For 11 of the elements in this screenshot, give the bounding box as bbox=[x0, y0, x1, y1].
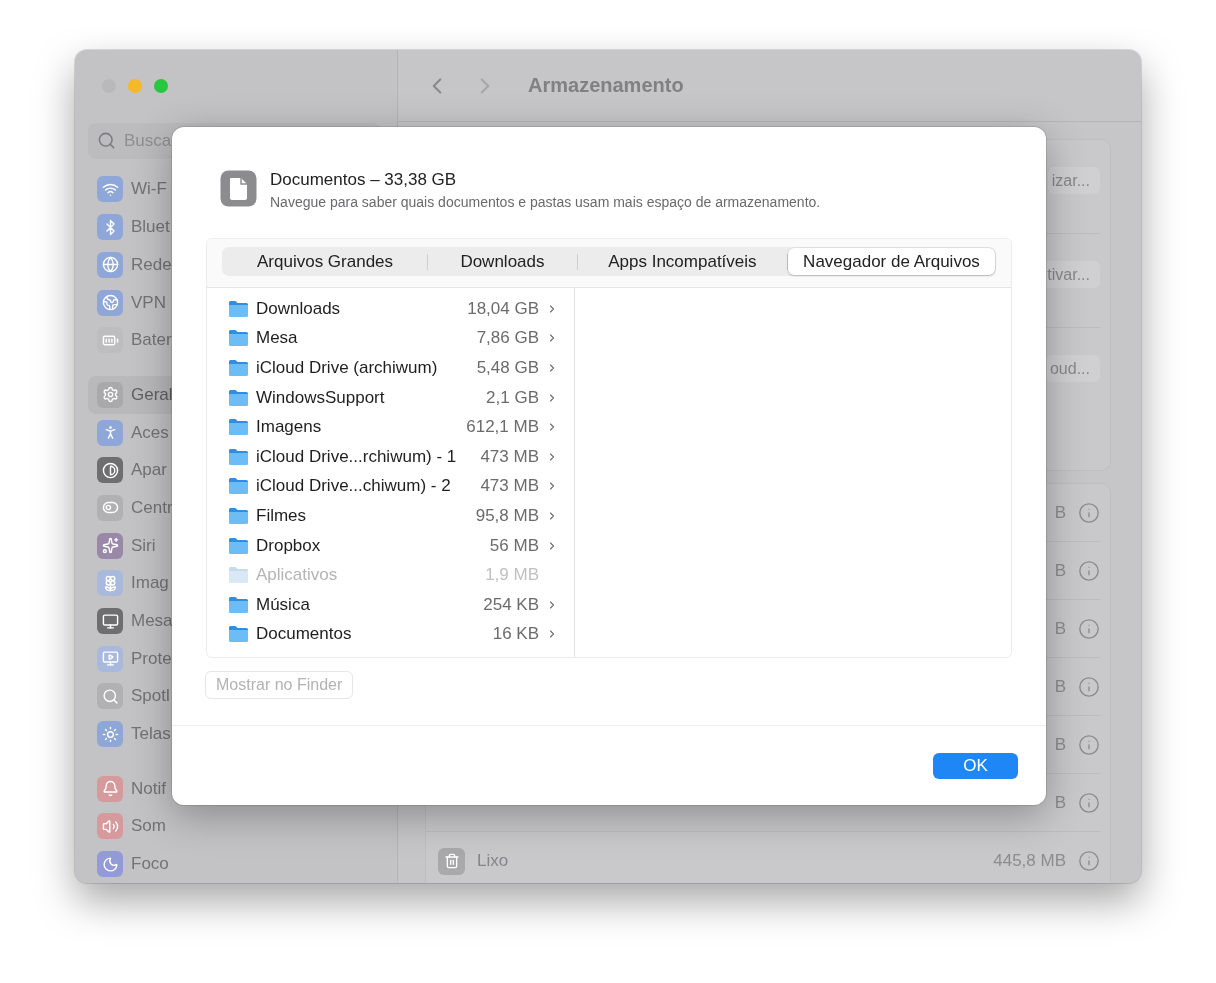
row-size: B bbox=[1054, 502, 1066, 523]
dialog-title: Documentos – 33,38 GB bbox=[270, 170, 458, 190]
row-size: B bbox=[1054, 734, 1066, 755]
row-size: 445,8 MB bbox=[993, 851, 1066, 871]
row-name: Lixo bbox=[477, 851, 509, 871]
row-size: B bbox=[1054, 792, 1066, 813]
row-size: B bbox=[1054, 618, 1066, 639]
dialog-subtitle: Navegue para saber quais documentos e pastas usam mais espaço de armazenamento. bbox=[270, 194, 821, 210]
window-title: Armazenamento bbox=[528, 74, 684, 97]
row-size: B bbox=[1054, 676, 1066, 697]
row-size: B bbox=[1054, 560, 1066, 581]
